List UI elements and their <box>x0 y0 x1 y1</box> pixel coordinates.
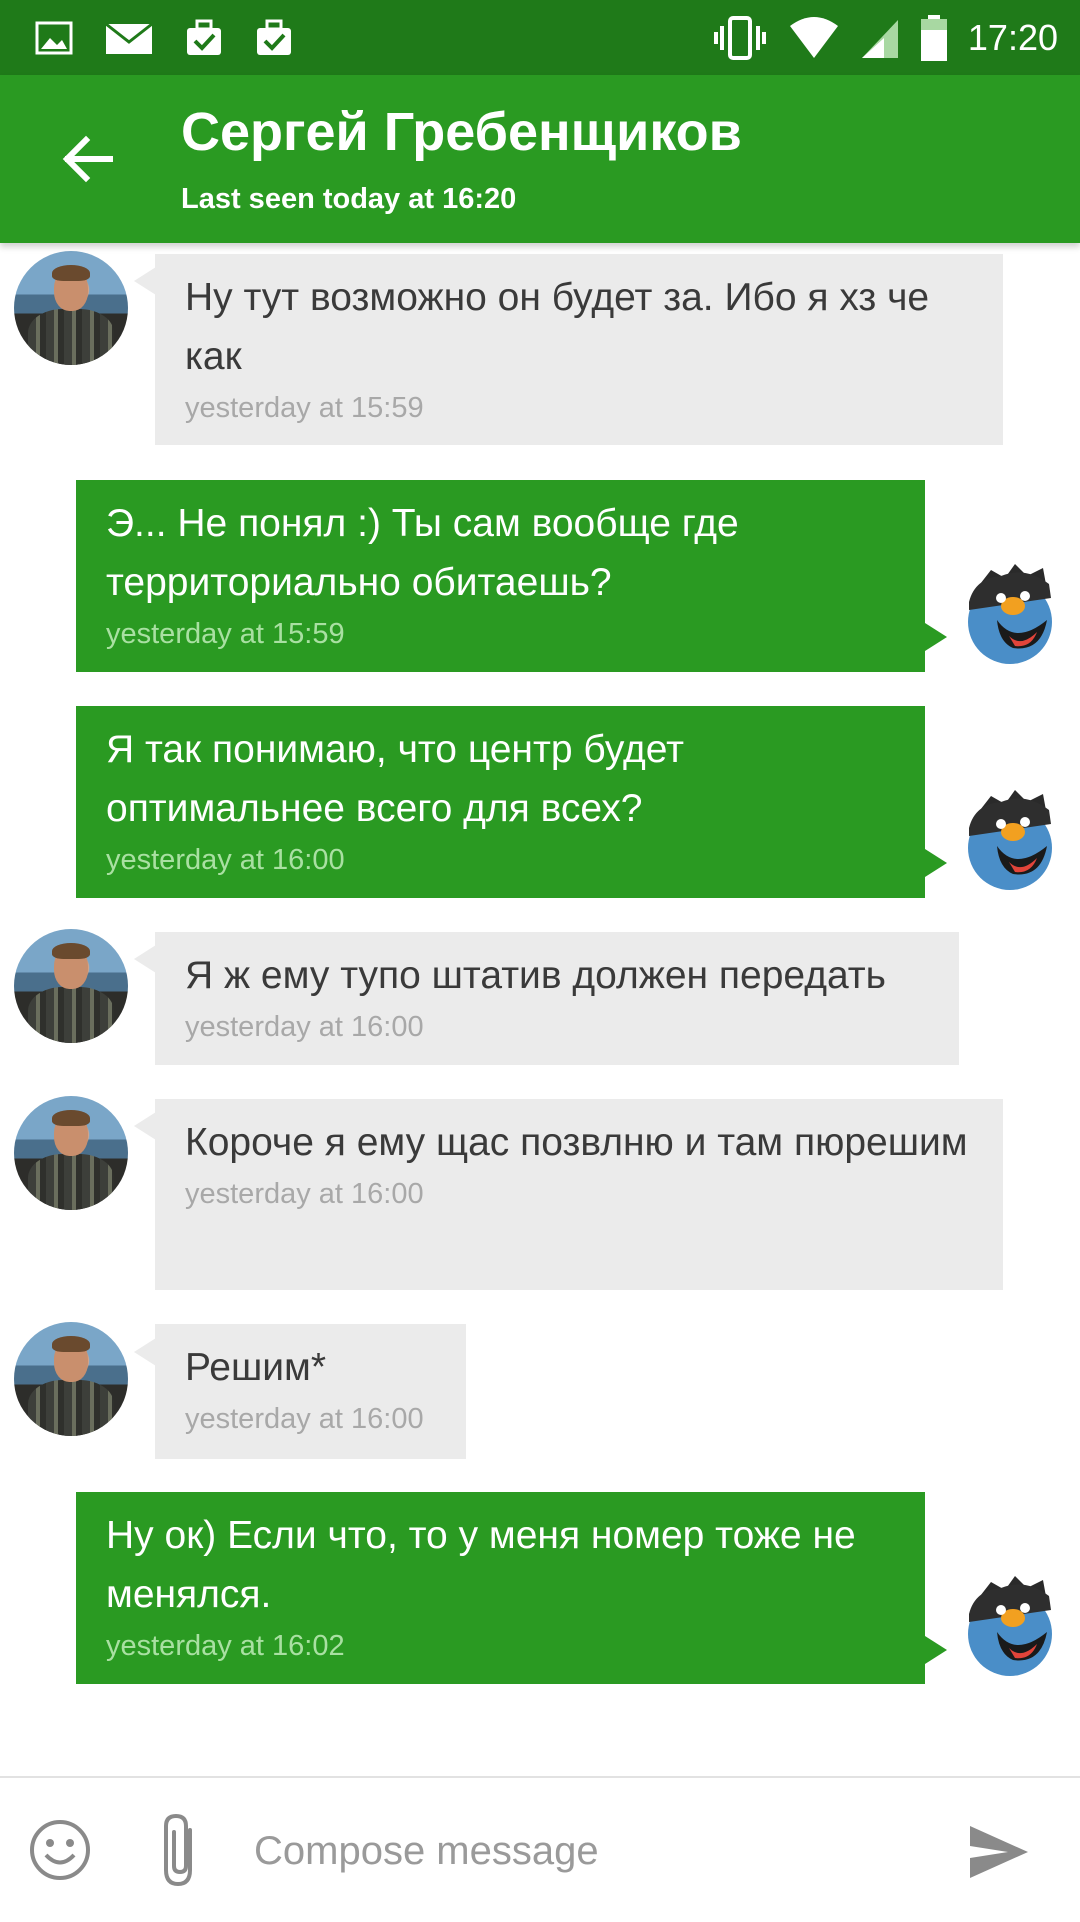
briefcase-check-icon <box>187 19 221 55</box>
message-time: yesterday at 16:00 <box>185 1403 424 1435</box>
message-bubble-incoming[interactable]: Ну тут возможно он будет за. Ибо я хз че… <box>155 254 1003 445</box>
user-avatar[interactable] <box>955 784 1069 898</box>
message-bubble-incoming[interactable]: Я ж ему тупо штатив должен передать yest… <box>155 932 959 1065</box>
message-text: Ну тут возможно он будет за. Ибо я хз че… <box>185 276 930 378</box>
message-text: Ну ок) Если что, то у меня номер тоже не… <box>106 1514 856 1616</box>
mail-icon <box>105 22 153 54</box>
battery-icon <box>920 15 947 61</box>
contact-name[interactable]: Сергей Гребенщиков <box>181 101 742 163</box>
message-bubble-outgoing[interactable]: Я так понимаю, что центр будет оптимальн… <box>76 706 925 898</box>
arrow-back-icon[interactable] <box>52 123 124 195</box>
message-time: yesterday at 16:00 <box>185 1011 424 1043</box>
compose-message-input[interactable] <box>252 1808 936 1894</box>
message-text: Короче я ему щас позвлню и там пюрешим <box>185 1121 968 1164</box>
status-bar: 17:20 <box>0 0 1080 75</box>
emoji-icon[interactable] <box>28 1818 92 1882</box>
signal-icon <box>861 20 898 58</box>
message-list[interactable]: Ну тут возможно он будет за. Ибо я хз че… <box>0 243 1080 1773</box>
user-avatar[interactable] <box>955 1570 1069 1684</box>
vibrate-icon <box>713 16 766 60</box>
contact-avatar[interactable] <box>14 929 128 1043</box>
paperclip-icon[interactable] <box>154 1810 206 1890</box>
message-time: yesterday at 15:59 <box>185 392 424 424</box>
message-bubble-outgoing[interactable]: Ну ок) Если что, то у меня номер тоже не… <box>76 1492 925 1684</box>
clock-time: 17:20 <box>967 17 1058 58</box>
briefcase-check-icon <box>257 19 291 55</box>
message-text: Решим* <box>185 1346 327 1389</box>
wifi-icon <box>789 17 838 58</box>
contact-avatar[interactable] <box>14 1322 128 1436</box>
message-bubble-incoming[interactable]: Решим* yesterday at 16:00 <box>155 1324 466 1459</box>
message-composer <box>0 1776 1080 1922</box>
message-time: yesterday at 16:00 <box>185 1178 424 1210</box>
message-text: Э... Не понял :) Ты сам вообще где терри… <box>106 502 739 604</box>
image-icon <box>35 21 73 55</box>
message-time: yesterday at 16:02 <box>106 1630 345 1662</box>
user-avatar[interactable] <box>955 558 1069 672</box>
message-time: yesterday at 15:59 <box>106 618 345 650</box>
chat-header: Сергей Гребенщиков Last seen today at 16… <box>0 75 1080 243</box>
message-text: Я ж ему тупо штатив должен передать <box>185 954 886 997</box>
contact-avatar[interactable] <box>14 1096 128 1210</box>
message-text: Я так понимаю, что центр будет оптимальн… <box>106 728 685 830</box>
message-time: yesterday at 16:00 <box>106 844 345 876</box>
last-seen-status: Last seen today at 16:20 <box>181 183 517 215</box>
contact-avatar[interactable] <box>14 251 128 365</box>
message-bubble-incoming[interactable]: Короче я ему щас позвлню и там пюрешим y… <box>155 1099 1003 1290</box>
send-icon[interactable] <box>966 1822 1032 1882</box>
message-bubble-outgoing[interactable]: Э... Не понял :) Ты сам вообще где терри… <box>76 480 925 672</box>
